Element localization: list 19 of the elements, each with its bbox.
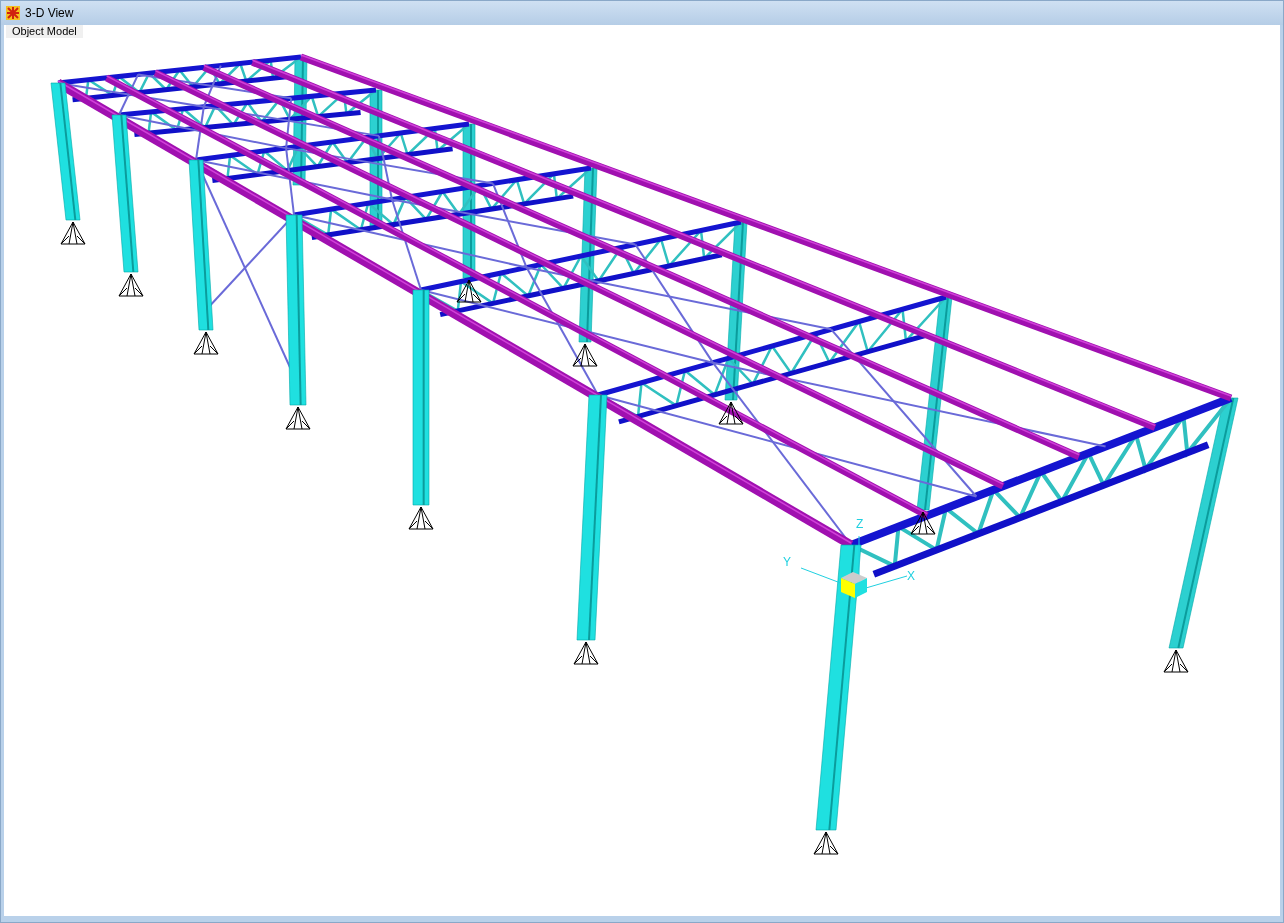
axis-label: Z: [856, 517, 864, 531]
axis-label: X: [907, 569, 915, 583]
pin-support-icon: [573, 641, 599, 665]
window-title: 3-D View: [25, 6, 74, 20]
pin-support-icon: [193, 331, 219, 355]
view-tab[interactable]: Object Model: [6, 25, 83, 38]
pin-support-icon: [285, 406, 311, 430]
pin-support-icon: [456, 279, 482, 303]
pin-support-icon: [118, 273, 144, 297]
pin-support-icon: [813, 831, 839, 855]
pin-support-icon: [572, 343, 598, 367]
app-logo-icon: [5, 5, 21, 21]
pin-support-icon: [910, 511, 936, 535]
pin-support-icon: [1163, 649, 1189, 673]
axis-triad-icon: [800, 535, 908, 598]
axis-label: Y: [783, 555, 791, 569]
pin-support-icon: [60, 221, 86, 245]
pin-support-icon: [718, 401, 744, 425]
pin-support-icon: [408, 506, 434, 530]
